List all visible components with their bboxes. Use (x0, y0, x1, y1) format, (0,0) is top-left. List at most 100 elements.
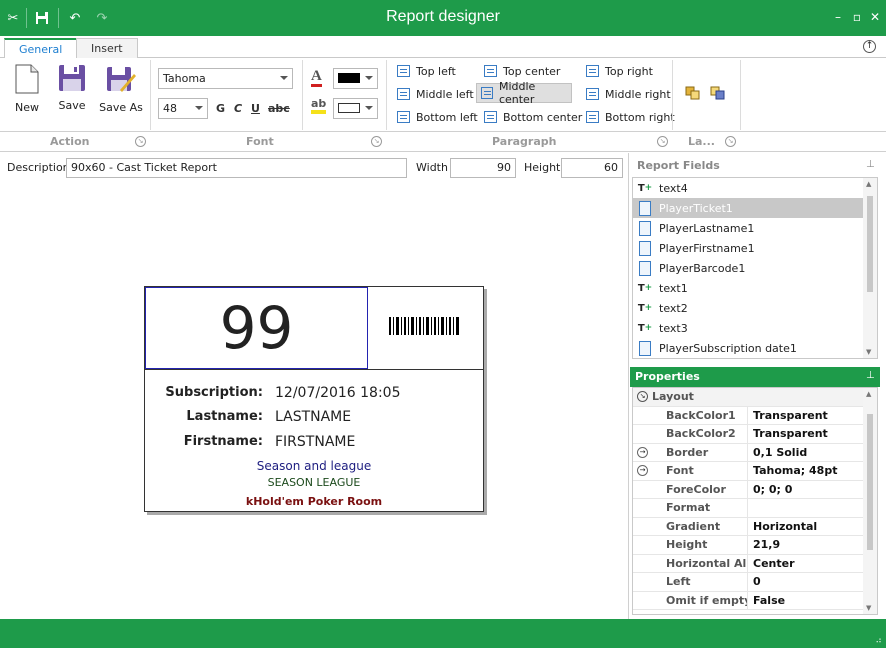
property-row[interactable]: BackColor2 Transparent (633, 425, 877, 444)
align-middle-center-button[interactable]: Middle center (476, 80, 572, 106)
font-group-label: Font (246, 135, 274, 148)
align-top-left-button[interactable]: Top left (393, 61, 460, 81)
list-item[interactable]: PlayerBarcode1 (633, 258, 877, 278)
property-category[interactable]: ↘ Layout (633, 388, 877, 407)
lastname-label: Lastname: (186, 409, 263, 424)
property-row[interactable]: Left 0 (633, 573, 877, 592)
property-value[interactable]: Center (749, 555, 861, 572)
list-item[interactable]: T + text2 (633, 298, 877, 318)
width-input[interactable]: 90 (450, 158, 516, 178)
ticket-number-field[interactable]: 99 (145, 287, 368, 369)
subscription-label: Subscription: (165, 385, 263, 400)
property-row[interactable]: Format (633, 499, 877, 518)
property-value[interactable]: 0; 0; 0 (749, 481, 861, 498)
barcode-field[interactable] (367, 287, 484, 369)
highlight-color-icon[interactable]: ab (311, 98, 327, 114)
list-item[interactable]: PlayerLastname1 (633, 218, 877, 238)
scrollbar-thumb[interactable] (867, 196, 873, 292)
property-value[interactable]: 21,9 (749, 536, 861, 553)
align-middle-left-button[interactable]: Middle left (393, 84, 478, 104)
pin-icon[interactable]: ⊥ (866, 159, 875, 170)
report-fields-list[interactable]: T + text4 PlayerTicket1 PlayerLastname1 Pl… (632, 177, 878, 359)
underline-button[interactable]: U (251, 102, 260, 115)
list-item[interactable]: T + text1 (633, 278, 877, 298)
save-button[interactable]: Save (49, 64, 95, 112)
minimize-icon[interactable]: – (830, 9, 846, 25)
align-bottom-center-button[interactable]: Bottom center (480, 107, 586, 127)
property-row[interactable]: Omit if empty False (633, 591, 877, 610)
scroll-down-icon[interactable]: ▼ (866, 348, 871, 356)
property-value[interactable]: Horizontal (749, 518, 861, 535)
property-value[interactable]: 0,1 Solid (749, 444, 861, 461)
align-top-left-icon (397, 65, 410, 77)
height-input[interactable]: 60 (561, 158, 623, 178)
ticket-divider (145, 369, 483, 370)
action-dialog-launcher-icon[interactable]: ↘ (135, 136, 146, 147)
list-item[interactable]: PlayerTicket1 (633, 198, 877, 218)
scrollbar-thumb[interactable] (867, 414, 873, 550)
properties-scrollbar[interactable]: ▲ ▼ (863, 388, 877, 614)
font-color-select[interactable] (333, 68, 378, 89)
list-item[interactable]: PlayerSubscription date1 (633, 338, 877, 358)
align-top-right-icon (586, 65, 599, 77)
property-row[interactable]: Height 21,9 (633, 536, 877, 555)
align-bottom-right-button[interactable]: Bottom right (582, 107, 679, 127)
new-document-icon (15, 64, 39, 94)
align-middle-right-button[interactable]: Middle right (582, 84, 675, 104)
align-top-right-button[interactable]: Top right (582, 61, 657, 81)
scroll-up-icon[interactable]: ▲ (866, 390, 871, 398)
new-button[interactable]: New (4, 64, 50, 114)
scroll-up-icon[interactable]: ▲ (866, 180, 871, 188)
list-item[interactable]: T + text4 (633, 178, 877, 198)
paragraph-dialog-launcher-icon[interactable]: ↘ (657, 136, 668, 147)
layout-dialog-launcher-icon[interactable]: ↘ (725, 136, 736, 147)
list-item[interactable]: PlayerFirstname1 (633, 238, 877, 258)
align-middle-center-icon (481, 87, 493, 99)
property-value[interactable]: Transparent (749, 425, 861, 442)
tab-insert[interactable]: Insert (76, 38, 138, 59)
font-family-select[interactable]: Tahoma (158, 68, 293, 89)
property-row[interactable]: → Border 0,1 Solid (633, 443, 877, 462)
property-value[interactable]: 0 (749, 573, 861, 590)
align-top-center-button[interactable]: Top center (480, 61, 564, 81)
property-row[interactable]: → Font Tahoma; 48pt (633, 462, 877, 481)
font-size-select[interactable]: 48 (158, 98, 208, 119)
collapse-ribbon-icon[interactable]: ↑ (863, 40, 876, 53)
close-icon[interactable]: ✕ (867, 9, 883, 25)
ticket-preview[interactable]: 99 Subscription: 12/07/2016 18:05 Lastna… (144, 286, 484, 512)
property-row[interactable]: ForeColor 0; 0; 0 (633, 480, 877, 499)
expand-icon[interactable]: → (637, 446, 648, 458)
maximize-icon[interactable]: ▫ (849, 9, 865, 25)
bold-button[interactable]: G (216, 102, 225, 115)
collapse-icon[interactable]: ↘ (637, 391, 648, 402)
italic-button[interactable]: C (234, 102, 242, 115)
property-row[interactable]: BackColor1 Transparent (633, 406, 877, 425)
strikethrough-button[interactable]: abc (268, 102, 290, 115)
property-value[interactable]: Tahoma; 48pt (749, 462, 861, 479)
resize-grip-icon[interactable]: ⠴ (875, 637, 882, 646)
tab-general[interactable]: General (4, 38, 78, 60)
property-row[interactable]: Horizontal AligCenter (633, 554, 877, 573)
property-name: BackColor2 (633, 425, 748, 443)
properties-grid[interactable]: ↘ Layout BackColor1 Transparent BackColor… (632, 387, 878, 615)
description-input[interactable]: 90x60 - Cast Ticket Report (66, 158, 407, 178)
send-to-back-icon[interactable] (710, 86, 726, 103)
fields-scrollbar[interactable]: ▲ ▼ (863, 178, 877, 358)
font-color-icon[interactable]: A (311, 68, 322, 87)
field-label: PlayerSubscription date1 (659, 341, 797, 355)
scroll-down-icon[interactable]: ▼ (866, 604, 871, 612)
description-label: Description (7, 161, 70, 174)
expand-icon[interactable]: → (637, 465, 648, 476)
property-value[interactable] (749, 499, 861, 503)
bring-to-front-icon[interactable] (685, 86, 701, 103)
pin-icon[interactable]: ⊥ (866, 370, 875, 381)
highlight-color-select[interactable] (333, 98, 378, 119)
font-dialog-launcher-icon[interactable]: ↘ (371, 136, 382, 147)
save-as-button[interactable]: Save As (98, 64, 144, 114)
list-item[interactable]: T + text3 (633, 318, 877, 338)
align-bottom-left-button[interactable]: Bottom left (393, 107, 482, 127)
property-value[interactable]: Transparent (749, 407, 861, 424)
property-value[interactable]: False (749, 592, 861, 609)
property-name: Font (633, 462, 748, 480)
property-row[interactable]: Gradient Horizontal (633, 517, 877, 536)
